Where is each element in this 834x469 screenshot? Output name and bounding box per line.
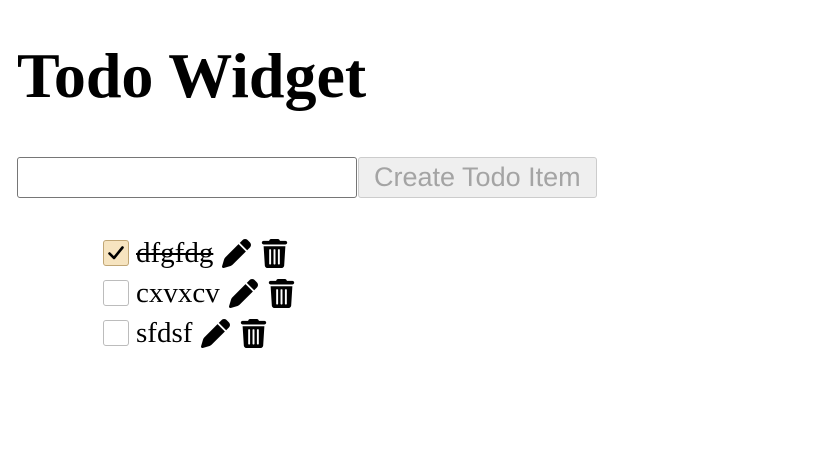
trash-icon[interactable] — [238, 318, 269, 349]
new-todo-input[interactable] — [17, 157, 357, 198]
todo-text: dfgfdg — [136, 237, 214, 269]
create-todo-button[interactable]: Create Todo Item — [358, 157, 597, 198]
todo-item: sfdsf — [103, 313, 304, 353]
todo-item: cxvxcv — [103, 273, 304, 313]
pencil-icon[interactable] — [200, 318, 231, 349]
todo-widget-page: Todo Widget Create Todo Item dfgfdg cxvx… — [0, 0, 834, 469]
todo-list: dfgfdg cxvxcv sfdsf — [103, 233, 304, 353]
todo-checkbox[interactable] — [103, 320, 129, 346]
todo-checkbox[interactable] — [103, 280, 129, 306]
checkmark-icon — [108, 246, 124, 260]
new-todo-form: Create Todo Item — [17, 157, 597, 198]
todo-text: cxvxcv — [136, 277, 220, 309]
todo-checkbox[interactable] — [103, 240, 129, 266]
todo-item: dfgfdg — [103, 233, 304, 273]
pencil-icon[interactable] — [228, 278, 259, 309]
page-title: Todo Widget — [17, 40, 367, 111]
todo-text: sfdsf — [136, 317, 193, 349]
pencil-icon[interactable] — [221, 238, 252, 269]
trash-icon[interactable] — [266, 278, 297, 309]
trash-icon[interactable] — [259, 238, 290, 269]
